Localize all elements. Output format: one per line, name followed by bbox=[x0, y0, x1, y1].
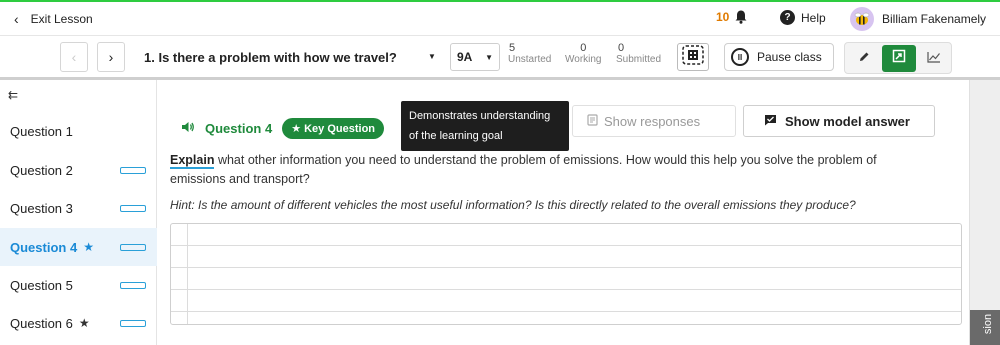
help-button[interactable]: ? Help bbox=[780, 10, 826, 25]
sidebar-item-label: Question 5 bbox=[10, 277, 73, 293]
question-circle-icon: ? bbox=[780, 10, 795, 25]
stat-submitted-count: 0 bbox=[618, 42, 625, 54]
sidebar-item-label: Question 3 bbox=[10, 200, 73, 216]
sidebar-item-question-5[interactable]: Question 5 bbox=[0, 266, 157, 304]
ruled-line bbox=[171, 245, 961, 246]
edit-mode-button[interactable] bbox=[847, 45, 881, 72]
flag-icon bbox=[764, 114, 777, 129]
sidebar-item-label: Question 1 bbox=[10, 123, 73, 139]
exit-lesson-link[interactable]: ‹ Exit Lesson bbox=[14, 11, 93, 27]
user-name: Billiam Fakenamely bbox=[882, 12, 987, 26]
response-status-bar bbox=[120, 205, 146, 212]
qr-code-icon bbox=[682, 44, 704, 70]
view-mode-group bbox=[844, 42, 952, 74]
collapse-left-icon[interactable]: ⇇ bbox=[8, 88, 18, 102]
stat-submitted-label: Submitted bbox=[616, 54, 662, 65]
class-select[interactable]: 9A ▼ bbox=[450, 43, 500, 71]
response-status-bar bbox=[120, 320, 146, 327]
sidebar-item-question-2[interactable]: Question 2 bbox=[0, 151, 157, 189]
side-tab-label: sion bbox=[982, 313, 995, 335]
bell-icon bbox=[735, 10, 747, 24]
sidebar-item-question-4[interactable]: Question 4 ★ bbox=[0, 228, 157, 266]
stat-working-count: 0 bbox=[580, 42, 587, 54]
document-icon bbox=[587, 113, 598, 129]
sidebar-item-label: Question 6 bbox=[10, 315, 73, 331]
question-prompt: Explain what other information you need … bbox=[170, 151, 930, 189]
notification-count: 10 bbox=[716, 10, 730, 24]
question-label: Question 4 bbox=[205, 121, 273, 136]
response-status-bar bbox=[120, 244, 146, 251]
command-word[interactable]: Explain bbox=[170, 153, 215, 169]
prompt-text: what other information you need to under… bbox=[170, 153, 877, 186]
top-bar: ‹ Exit Lesson 10 ? Help Billiam Fakename… bbox=[0, 0, 1000, 36]
ruled-line bbox=[171, 289, 961, 290]
star-icon: ★ bbox=[83, 240, 94, 254]
notifications[interactable]: 10 bbox=[716, 10, 747, 24]
ruled-line bbox=[171, 267, 961, 268]
sidebar-item-question-6[interactable]: Question 6 ★ bbox=[0, 304, 157, 342]
pencil-icon bbox=[858, 50, 870, 68]
sidebar-item-label: Question 2 bbox=[10, 162, 73, 178]
response-status-bar bbox=[120, 167, 146, 174]
next-question-button[interactable]: › bbox=[97, 42, 125, 72]
class-select-value: 9A bbox=[457, 50, 473, 64]
chevron-left-icon: ‹ bbox=[14, 11, 19, 27]
analytics-mode-button[interactable] bbox=[917, 45, 951, 72]
caret-down-icon: ▼ bbox=[485, 52, 493, 62]
caret-down-icon[interactable]: ▼ bbox=[428, 52, 436, 61]
stat-unstarted: 5 Unstarted bbox=[508, 42, 552, 66]
speaker-icon[interactable] bbox=[181, 121, 195, 136]
exit-lesson-label: Exit Lesson bbox=[30, 12, 93, 26]
question-header: Question 4 ★ Key Question bbox=[181, 118, 385, 139]
right-gutter bbox=[969, 80, 1000, 345]
stat-working-label: Working bbox=[565, 54, 602, 65]
star-icon: ★ bbox=[78, 316, 90, 330]
response-status-bar bbox=[120, 282, 146, 289]
lesson-toolbar: ‹ › 1. Is there a problem with how we tr… bbox=[0, 37, 1000, 80]
avatar-bee-icon bbox=[850, 7, 874, 31]
sidebar-item-question-3[interactable]: Question 3 bbox=[0, 189, 157, 227]
side-panel-tab[interactable]: sion bbox=[970, 310, 1000, 345]
question-hint: Hint: Is the amount of different vehicle… bbox=[170, 198, 856, 212]
pause-class-label: Pause class bbox=[757, 50, 822, 64]
show-responses-label: Show responses bbox=[604, 113, 701, 129]
stat-unstarted-label: Unstarted bbox=[508, 54, 552, 65]
key-question-badge[interactable]: ★ Key Question bbox=[282, 118, 385, 139]
present-mode-button[interactable] bbox=[882, 45, 916, 72]
ruled-line bbox=[171, 311, 961, 312]
stat-working: 0 Working bbox=[565, 42, 602, 66]
question-sidebar: ⇇ Question 1 Question 2 Question 3 Quest… bbox=[0, 80, 157, 345]
show-model-answer-button[interactable]: Show model answer bbox=[743, 105, 935, 137]
pause-class-button[interactable]: II Pause class bbox=[724, 43, 834, 71]
show-responses-button[interactable]: Show responses bbox=[572, 105, 736, 137]
tooltip-line-2: of the learning goal bbox=[409, 130, 503, 142]
margin-line bbox=[187, 224, 188, 324]
user-menu[interactable]: Billiam Fakenamely bbox=[850, 7, 986, 31]
stat-submitted: 0 Submitted bbox=[616, 42, 662, 66]
chart-icon bbox=[927, 50, 941, 68]
stat-unstarted-count: 5 bbox=[509, 42, 516, 54]
sidebar-item-label: Question 4 bbox=[10, 239, 78, 255]
present-icon bbox=[892, 49, 906, 68]
previous-question-button[interactable]: ‹ bbox=[60, 42, 88, 72]
chevron-left-icon: ‹ bbox=[71, 49, 77, 65]
question-panel: Question 4 ★ Key Question Show responses… bbox=[157, 80, 969, 345]
show-model-answer-label: Show model answer bbox=[785, 113, 910, 129]
sidebar-item-question-1[interactable]: Question 1 bbox=[0, 112, 157, 150]
current-question-title[interactable]: 1. Is there a problem with how we travel… bbox=[144, 50, 397, 65]
help-label: Help bbox=[801, 10, 826, 25]
key-question-tooltip: Demonstrates understanding of the learni… bbox=[401, 101, 569, 151]
qr-code-button[interactable] bbox=[677, 43, 709, 71]
answer-textarea[interactable] bbox=[170, 223, 962, 325]
chevron-right-icon: › bbox=[108, 49, 114, 65]
pause-icon: II bbox=[731, 48, 749, 66]
tooltip-line-1: Demonstrates understanding bbox=[409, 110, 551, 122]
